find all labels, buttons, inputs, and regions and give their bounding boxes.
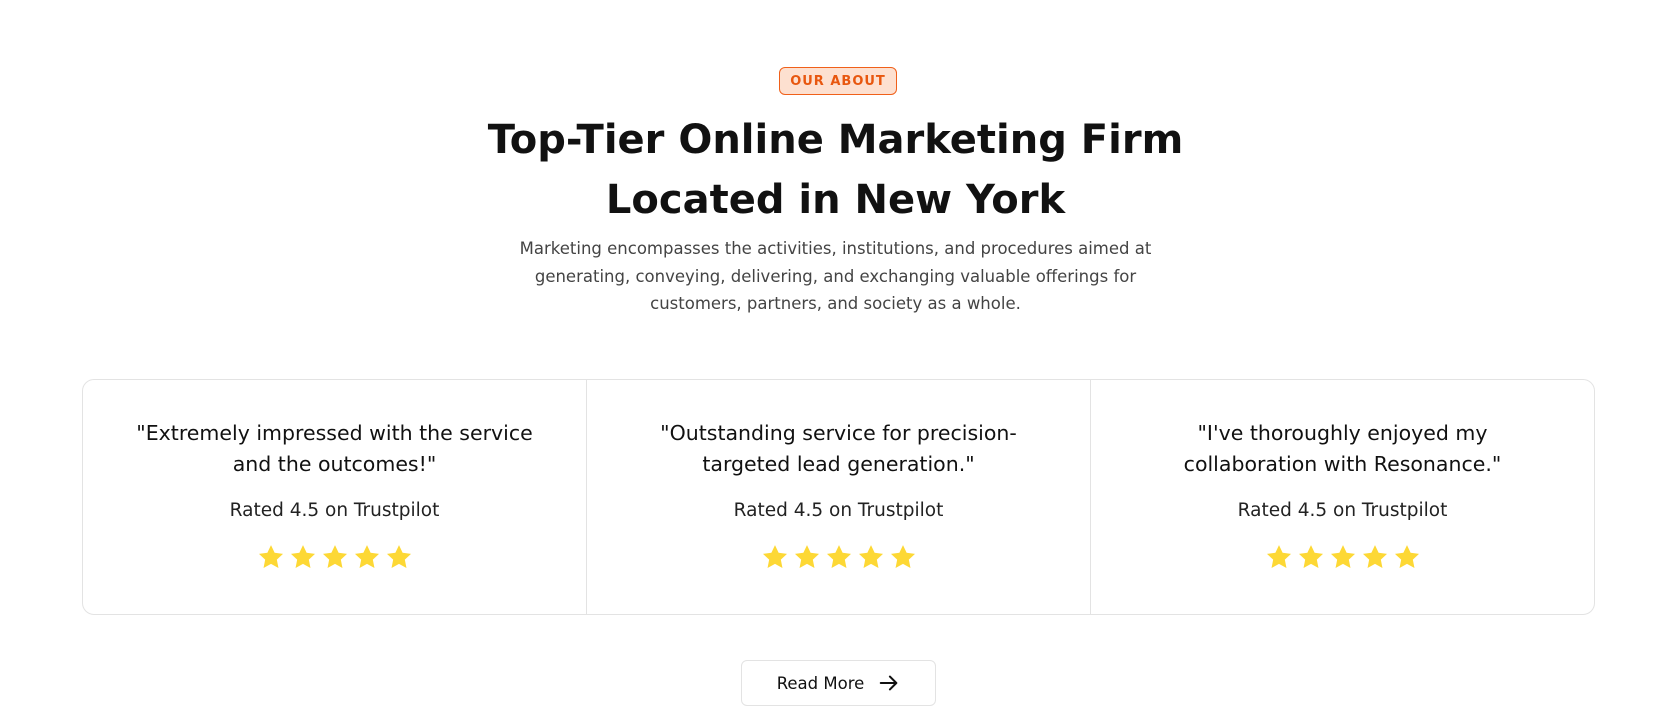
rating-text: Rated 4.5 on Trustpilot bbox=[733, 500, 944, 521]
star-rating bbox=[1091, 543, 1594, 571]
testimonial-quote: "Extremely impressed with the service an… bbox=[136, 421, 533, 476]
star-icon bbox=[354, 545, 379, 568]
testimonials: "Extremely impressed with the service an… bbox=[82, 379, 1595, 615]
star-rating bbox=[587, 543, 1090, 571]
section-badge: OUR ABOUT bbox=[779, 67, 897, 95]
testimonial-quote: "Outstanding service for precision-targe… bbox=[660, 421, 1017, 476]
read-more-label: Read More bbox=[776, 673, 865, 693]
star-icon bbox=[1394, 545, 1419, 568]
star-rating bbox=[83, 543, 586, 571]
rating-text: Rated 4.5 on Trustpilot bbox=[1237, 500, 1448, 521]
star-icon bbox=[858, 545, 883, 568]
star-icon bbox=[1298, 545, 1323, 568]
star-icon bbox=[322, 545, 347, 568]
arrow-right-icon bbox=[880, 675, 898, 691]
rating-text: Rated 4.5 on Trustpilot bbox=[229, 500, 440, 521]
testimonial-card: "I've thoroughly enjoyed my collaboratio… bbox=[1091, 380, 1594, 614]
star-icon bbox=[794, 545, 819, 568]
title-line-1: Top-Tier Online Marketing Firm bbox=[487, 117, 1184, 163]
section-description: Marketing encompasses the activities, in… bbox=[519, 239, 1152, 313]
testimonial-card: "Outstanding service for precision-targe… bbox=[587, 380, 1091, 614]
star-icon bbox=[762, 545, 787, 568]
star-icon bbox=[1330, 545, 1355, 568]
star-icon bbox=[1362, 545, 1387, 568]
star-icon bbox=[890, 545, 915, 568]
star-icon bbox=[290, 545, 315, 568]
star-icon bbox=[386, 545, 411, 568]
star-icon bbox=[826, 545, 851, 568]
page-title: Top-Tier Online Marketing Firm Located i… bbox=[0, 110, 1671, 230]
testimonial-card: "Extremely impressed with the service an… bbox=[83, 380, 587, 614]
star-icon bbox=[1266, 545, 1291, 568]
title-line-2: Located in New York bbox=[605, 177, 1066, 223]
star-icon bbox=[258, 545, 283, 568]
testimonial-quote: "I've thoroughly enjoyed my collaboratio… bbox=[1183, 421, 1502, 476]
read-more-button[interactable]: Read More bbox=[741, 660, 936, 706]
